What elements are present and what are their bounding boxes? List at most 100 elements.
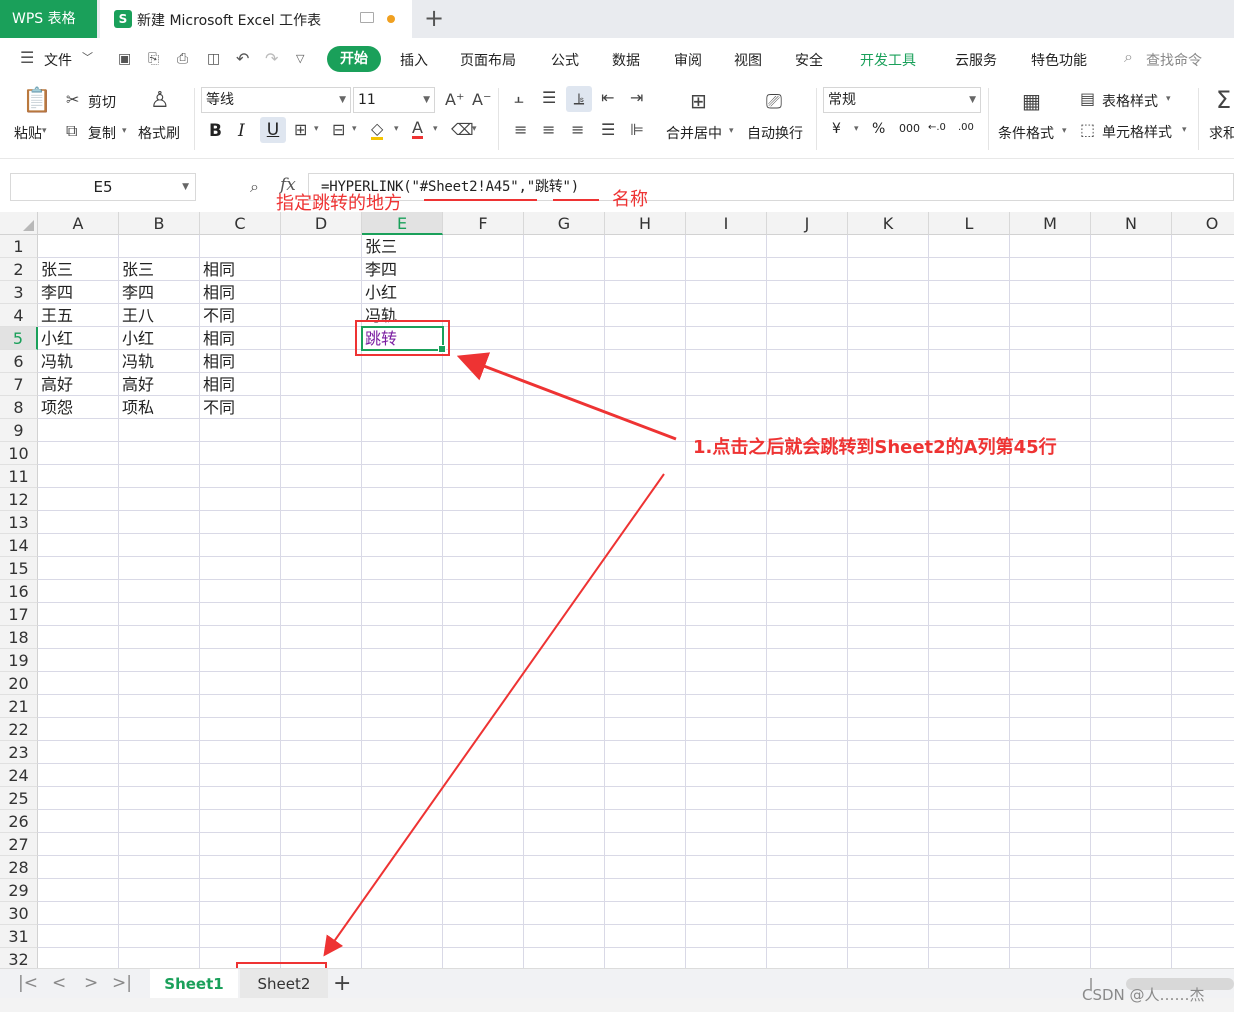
cell-c8[interactable]: 不同 — [200, 396, 281, 419]
column-header-n[interactable]: N — [1091, 212, 1172, 235]
table-style-icon[interactable]: ▤ — [1080, 91, 1095, 107]
cell-a3[interactable]: 李四 — [38, 281, 119, 304]
column-header-f[interactable]: F — [443, 212, 524, 235]
fill-color-icon[interactable]: ◇ — [371, 121, 384, 140]
column-header-k[interactable]: K — [848, 212, 929, 235]
format-painter-button[interactable]: 格式刷 — [138, 123, 180, 143]
row-header-20[interactable]: 20 — [0, 672, 38, 695]
row-header-11[interactable]: 11 — [0, 465, 38, 488]
menu-cloud-service[interactable]: 云服务 — [955, 50, 997, 70]
row-header-1[interactable]: 1 — [0, 235, 38, 258]
justify-icon[interactable]: ☰ — [601, 122, 615, 138]
cell-style-button[interactable]: 单元格样式 — [1102, 122, 1172, 142]
chevron-down-icon[interactable]: ▾ — [394, 124, 399, 134]
font-name-select[interactable]: 等线 ▼ — [201, 87, 351, 113]
wrap-text-icon[interactable]: ⎚ — [766, 91, 782, 111]
align-middle-icon[interactable]: ☰ — [542, 90, 556, 106]
row-header-3[interactable]: 3 — [0, 281, 38, 304]
conditional-format-button[interactable]: 条件格式 — [998, 123, 1054, 143]
chevron-down-icon[interactable]: ▾ — [729, 126, 734, 136]
chevron-down-icon[interactable]: ▾ — [854, 124, 859, 134]
row-header-2[interactable]: 2 — [0, 258, 38, 281]
cell-b6[interactable]: 冯轨 — [119, 350, 200, 373]
name-box[interactable]: E5 ▼ — [10, 173, 196, 201]
cell-b2[interactable]: 张三 — [119, 258, 200, 281]
chevron-down-icon[interactable]: ▾ — [1166, 94, 1171, 104]
copy-chevron-icon[interactable]: ▾ — [122, 126, 127, 136]
select-all-corner[interactable] — [0, 212, 38, 235]
chevron-down-icon[interactable]: ▾ — [314, 124, 319, 134]
sum-icon[interactable]: Σ — [1216, 88, 1231, 112]
customize-icon[interactable]: ▽ — [296, 52, 312, 66]
chevron-down-icon[interactable]: ▾ — [1182, 125, 1187, 135]
chevron-down-icon[interactable]: ﹀ — [82, 51, 98, 65]
row-header-8[interactable]: 8 — [0, 396, 38, 419]
eraser-icon[interactable]: ⌫ — [451, 122, 474, 138]
row-header-7[interactable]: 7 — [0, 373, 38, 396]
column-header-d[interactable]: D — [281, 212, 362, 235]
row-header-21[interactable]: 21 — [0, 695, 38, 718]
menu-review[interactable]: 审阅 — [674, 50, 702, 70]
search-icon[interactable]: ⌕ — [1124, 49, 1140, 65]
chevron-down-icon[interactable]: ▾ — [1062, 126, 1067, 136]
document-tab[interactable]: S 新建 Microsoft Excel 工作表 — [100, 0, 412, 38]
align-left-icon[interactable]: ≡ — [514, 122, 527, 138]
align-top-icon[interactable]: ⫠ — [514, 90, 524, 106]
align-right-icon[interactable]: ≡ — [571, 122, 584, 138]
column-header-a[interactable]: A — [38, 212, 119, 235]
column-header-h[interactable]: H — [605, 212, 686, 235]
save-icon[interactable]: ▣ — [118, 52, 134, 66]
row-header-31[interactable]: 31 — [0, 925, 38, 948]
row-header-26[interactable]: 26 — [0, 810, 38, 833]
row-header-14[interactable]: 14 — [0, 534, 38, 557]
monitor-icon[interactable] — [360, 12, 374, 23]
cell-b3[interactable]: 李四 — [119, 281, 200, 304]
column-header-i[interactable]: I — [686, 212, 767, 235]
menu-file[interactable]: 文件 — [44, 50, 72, 70]
column-header-m[interactable]: M — [1010, 212, 1091, 235]
menu-security[interactable]: 安全 — [795, 50, 823, 70]
format-painter-icon[interactable]: ♙ — [150, 90, 170, 112]
cell-e1[interactable]: 张三 — [362, 235, 443, 258]
thousands-button[interactable]: 000 — [899, 122, 920, 135]
row-header-24[interactable]: 24 — [0, 764, 38, 787]
cell-a8[interactable]: 项怨 — [38, 396, 119, 419]
cell-style-icon[interactable]: ⬚ — [1080, 122, 1095, 138]
increase-font-icon[interactable]: A⁺ — [445, 92, 464, 108]
menu-data[interactable]: 数据 — [612, 50, 640, 70]
column-header-c[interactable]: C — [200, 212, 281, 235]
column-header-o[interactable]: O — [1172, 212, 1234, 235]
cell-a6[interactable]: 冯轨 — [38, 350, 119, 373]
copy-icon[interactable]: ⧉ — [66, 123, 77, 139]
chevron-down-icon[interactable]: ▾ — [433, 124, 438, 134]
menu-formula[interactable]: 公式 — [551, 50, 579, 70]
chevron-down-icon[interactable]: ▾ — [352, 124, 357, 134]
cell-c6[interactable]: 相同 — [200, 350, 281, 373]
menu-developer[interactable]: 开发工具 — [860, 50, 916, 70]
currency-button[interactable]: ¥ — [832, 121, 841, 137]
cell-e3[interactable]: 小红 — [362, 281, 443, 304]
row-header-12[interactable]: 12 — [0, 488, 38, 511]
italic-button[interactable]: I — [238, 121, 245, 141]
next-sheet-icon[interactable]: > — [84, 973, 98, 993]
prev-sheet-icon[interactable]: < — [52, 973, 66, 993]
row-header-23[interactable]: 23 — [0, 741, 38, 764]
row-header-10[interactable]: 10 — [0, 442, 38, 465]
row-header-19[interactable]: 19 — [0, 649, 38, 672]
merge-center-button[interactable]: 合并居中 — [666, 123, 722, 143]
underline-button[interactable]: U — [260, 117, 286, 143]
number-format-select[interactable]: 常规 ▼ — [823, 87, 981, 113]
row-header-22[interactable]: 22 — [0, 718, 38, 741]
cell-c5[interactable]: 相同 — [200, 327, 281, 350]
decrease-font-icon[interactable]: A⁻ — [472, 92, 491, 108]
cell-a7[interactable]: 高好 — [38, 373, 119, 396]
paste-chevron-icon[interactable]: ▾ — [42, 126, 47, 136]
cell-a4[interactable]: 王五 — [38, 304, 119, 327]
align-center-icon[interactable]: ≡ — [542, 122, 555, 138]
cell-b4[interactable]: 王八 — [119, 304, 200, 327]
increase-indent-icon[interactable]: ⇥ — [630, 90, 643, 106]
row-header-6[interactable]: 6 — [0, 350, 38, 373]
table-style-button[interactable]: 表格样式 — [1102, 91, 1158, 111]
paste-button[interactable]: 粘贴 — [14, 123, 42, 143]
font-color-icon[interactable]: A — [412, 120, 423, 139]
